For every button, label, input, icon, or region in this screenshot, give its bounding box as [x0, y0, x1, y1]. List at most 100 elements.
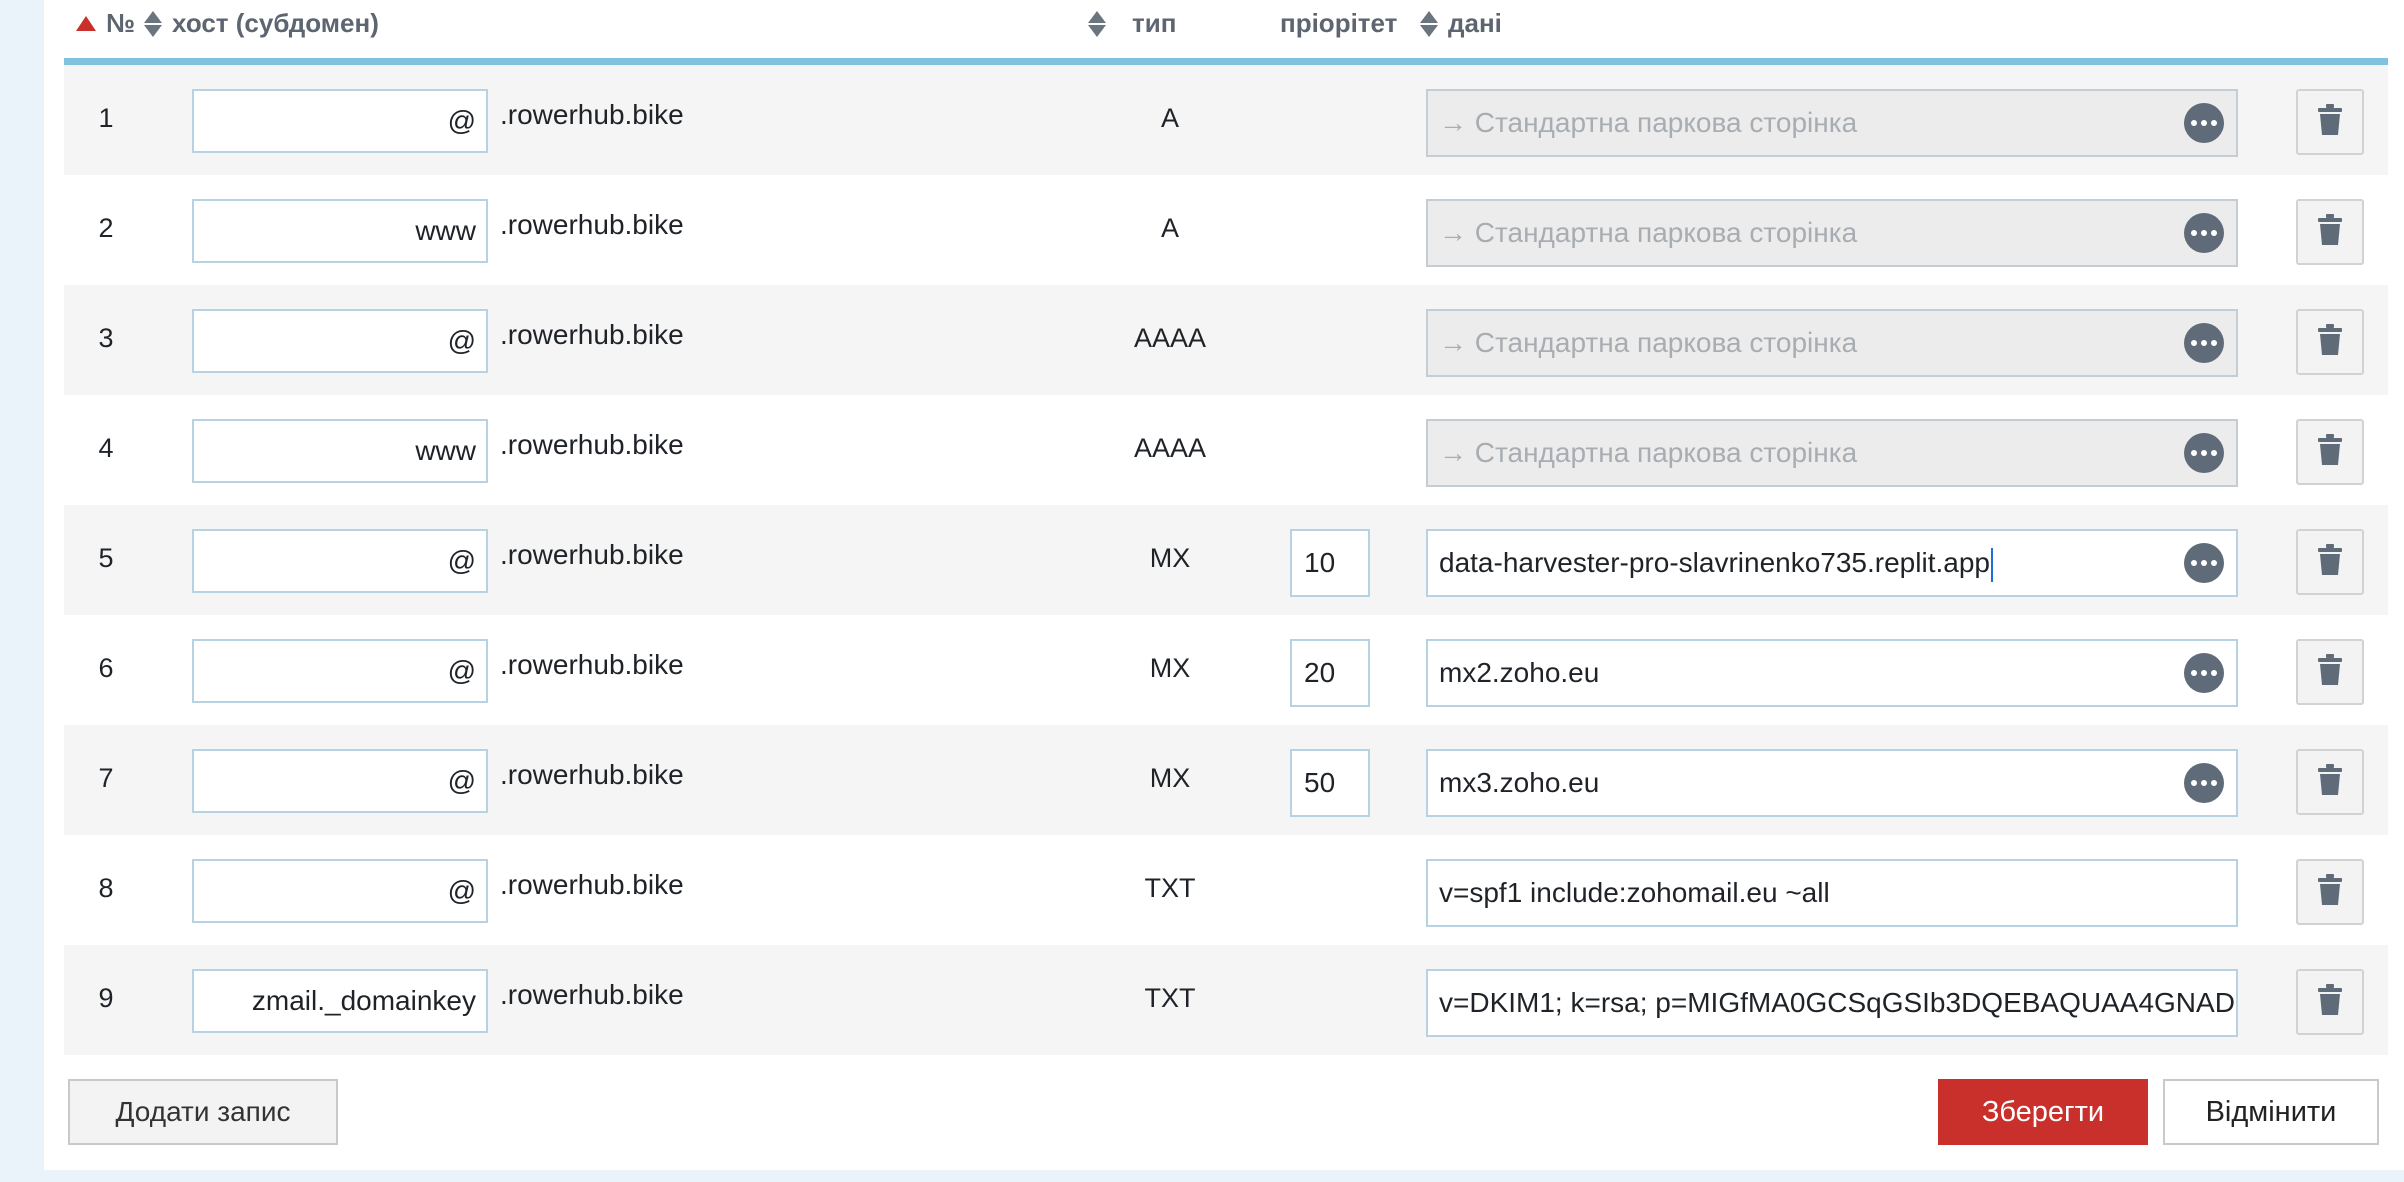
data-input[interactable]: data-harvester-pro-slavrinenko735.replit… — [1426, 529, 2238, 597]
table-row: 1 @ .rowerhub.bike A → Стандартна паркова ст… — [64, 65, 2388, 175]
more-options-icon[interactable] — [2184, 763, 2224, 803]
data-value: mx3.zoho.eu — [1439, 767, 1600, 798]
domain-suffix: .rowerhub.bike — [500, 979, 684, 1010]
row-number: 2 — [98, 213, 114, 243]
dns-records-table: № хост (субдомен) тип пріорітет дані 1 @.… — [64, 0, 2388, 1055]
data-input[interactable]: → Стандартна паркова сторінка — [1426, 419, 2238, 487]
host-input[interactable]: @ — [192, 639, 488, 703]
data-input[interactable]: v=DKIM1; k=rsa; p=MIGfMA0GCSqGSIb3DQEBAQ… — [1426, 969, 2238, 1037]
more-options-icon[interactable] — [2184, 433, 2224, 473]
delete-record-button[interactable] — [2296, 309, 2364, 375]
record-type: TXT — [1144, 983, 1196, 1013]
trash-icon — [2317, 103, 2343, 141]
domain-suffix: .rowerhub.bike — [500, 539, 684, 570]
trash-icon — [2317, 433, 2343, 471]
domain-suffix: .rowerhub.bike — [500, 759, 684, 790]
row-number: 6 — [98, 653, 114, 683]
host-input[interactable]: www — [192, 419, 488, 483]
host-input[interactable]: zmail._domainkey — [192, 969, 488, 1033]
delete-record-button[interactable] — [2296, 639, 2364, 705]
record-type: TXT — [1144, 873, 1196, 903]
host-input[interactable]: @ — [192, 309, 488, 373]
cancel-button[interactable]: Відмінити — [2163, 1079, 2379, 1145]
sort-icon — [144, 10, 162, 37]
row-number: 7 — [98, 763, 114, 793]
record-type: AAAA — [1133, 433, 1207, 463]
row-number: 8 — [98, 873, 114, 903]
host-input[interactable]: @ — [192, 529, 488, 593]
delete-record-button[interactable] — [2296, 199, 2364, 265]
delete-record-button[interactable] — [2296, 89, 2364, 155]
domain-suffix: .rowerhub.bike — [500, 869, 684, 900]
table-row: 8 @ .rowerhub.bike TXT v=spf1 include:zohoma… — [64, 835, 2388, 945]
table-row: 3 @ .rowerhub.bike AAAA → Стандартна паркова… — [64, 285, 2388, 395]
column-header-priority: пріорітет — [1280, 8, 1398, 38]
trash-icon — [2317, 983, 2343, 1021]
host-input[interactable]: www — [192, 199, 488, 263]
more-options-icon[interactable] — [2184, 653, 2224, 693]
domain-suffix: .rowerhub.bike — [500, 209, 684, 240]
record-type: AAAA — [1133, 323, 1207, 353]
delete-record-button[interactable] — [2296, 859, 2364, 925]
priority-input[interactable]: 10 — [1290, 529, 1370, 597]
column-header-data[interactable]: дані — [1420, 8, 1502, 39]
more-options-icon[interactable] — [2184, 213, 2224, 253]
data-input[interactable]: mx3.zoho.eu — [1426, 749, 2238, 817]
table-row: 2 www .rowerhub.bike A → Стандартна паркова … — [64, 175, 2388, 285]
trash-icon — [2317, 873, 2343, 911]
form-footer: Додати запис Зберегти Відмінити — [68, 1079, 2404, 1149]
delete-record-button[interactable] — [2296, 749, 2364, 815]
data-input[interactable]: → Стандартна паркова сторінка — [1426, 89, 2238, 157]
data-value: v=spf1 include:zohomail.eu ~all — [1439, 877, 1830, 908]
host-input[interactable]: @ — [192, 89, 488, 153]
trash-icon — [2317, 543, 2343, 581]
data-input[interactable]: → Стандартна паркова сторінка — [1426, 199, 2238, 267]
delete-record-button[interactable] — [2296, 969, 2364, 1035]
row-number: 1 — [98, 103, 114, 133]
record-type: MX — [1149, 653, 1191, 683]
data-value: → Стандартна паркова сторінка — [1439, 437, 1858, 468]
row-number: 4 — [98, 433, 114, 463]
domain-suffix: .rowerhub.bike — [500, 319, 684, 350]
trash-icon — [2317, 653, 2343, 691]
priority-input[interactable]: 20 — [1290, 639, 1370, 707]
table-row: 9 zmail._domainkey .rowerhub.bike TXT v=DKIM… — [64, 945, 2388, 1055]
delete-record-button[interactable] — [2296, 529, 2364, 595]
data-input[interactable]: → Стандартна паркова сторінка — [1426, 309, 2238, 377]
sort-ascending-icon — [76, 16, 96, 31]
more-options-icon[interactable] — [2184, 323, 2224, 363]
table-row: 5 @ .rowerhub.bike MX 10 data-harvester-pro-s… — [64, 505, 2388, 615]
data-value: data-harvester-pro-slavrinenko735.replit… — [1439, 547, 1990, 578]
trash-icon — [2317, 763, 2343, 801]
data-value: → Стандартна паркова сторінка — [1439, 217, 1858, 248]
row-number: 9 — [98, 983, 114, 1013]
host-input[interactable]: @ — [192, 859, 488, 923]
data-value: → Стандартна паркова сторінка — [1439, 107, 1858, 138]
add-record-button[interactable]: Додати запис — [68, 1079, 338, 1145]
column-header-number[interactable]: № — [76, 8, 135, 39]
domain-suffix: .rowerhub.bike — [500, 429, 684, 460]
text-cursor — [1990, 547, 1993, 582]
column-header-host[interactable]: хост (субдомен) — [144, 8, 379, 39]
table-row: 7 @ .rowerhub.bike MX 50 mx3.zoho.eu — [64, 725, 2388, 835]
row-number: 5 — [98, 543, 114, 573]
data-value: mx2.zoho.eu — [1439, 657, 1600, 688]
data-input[interactable]: v=spf1 include:zohomail.eu ~all — [1426, 859, 2238, 927]
host-input[interactable]: @ — [192, 749, 488, 813]
table-body: 1 @ .rowerhub.bike A → Стандартна паркова ст… — [64, 65, 2388, 1055]
delete-record-button[interactable] — [2296, 419, 2364, 485]
dns-records-panel: № хост (субдомен) тип пріорітет дані 1 @.… — [44, 0, 2404, 1170]
save-button[interactable]: Зберегти — [1938, 1079, 2148, 1145]
more-options-icon[interactable] — [2184, 103, 2224, 143]
trash-icon — [2317, 323, 2343, 361]
record-type: MX — [1149, 543, 1191, 573]
priority-input[interactable]: 50 — [1290, 749, 1370, 817]
data-input[interactable]: mx2.zoho.eu — [1426, 639, 2238, 707]
column-header-type[interactable]: тип — [1088, 8, 1176, 39]
sort-icon — [1420, 10, 1438, 37]
more-options-icon[interactable] — [2184, 543, 2224, 583]
record-type: MX — [1149, 763, 1191, 793]
domain-suffix: .rowerhub.bike — [500, 649, 684, 680]
table-header: № хост (субдомен) тип пріорітет дані — [64, 0, 2388, 65]
table-row: 6 @ .rowerhub.bike MX 20 mx2.zoho.eu — [64, 615, 2388, 725]
